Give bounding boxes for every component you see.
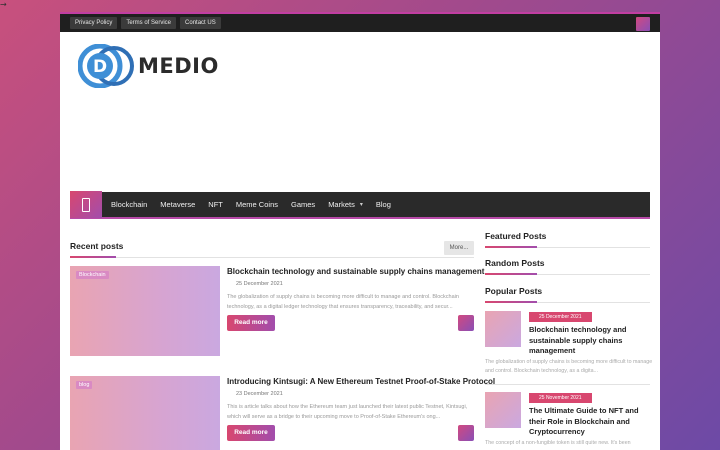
nav-item-nft[interactable]: NFT (208, 200, 223, 209)
divider-accent (70, 256, 116, 258)
top-bar: Privacy Policy Terms of Service Contact … (60, 12, 660, 32)
popular-post-title[interactable]: The Ultimate Guide to NFT and their Role… (529, 406, 654, 438)
corner-arrow-icon: → (0, 0, 7, 9)
post-excerpt: This is article talks about how the Ethe… (227, 404, 468, 420)
popular-post-title[interactable]: Blockchain technology and sustainable su… (529, 325, 654, 357)
share-icon[interactable] (458, 315, 474, 331)
more-button[interactable]: More... (444, 241, 474, 255)
chevron-down-icon: ▾ (359, 202, 363, 208)
post-date: 25 December 2021 (236, 281, 283, 287)
divider-accent (485, 246, 537, 248)
featured-posts-title: Featured Posts (485, 231, 547, 241)
read-more-button[interactable]: Read more (227, 315, 275, 331)
nav-item-meme-coins[interactable]: Meme Coins (236, 200, 278, 209)
popular-post-date: 25 November 2021 (529, 393, 592, 403)
contact-us-link[interactable]: Contact US (180, 17, 221, 29)
share-icon[interactable] (458, 425, 474, 441)
post-title[interactable]: Blockchain technology and sustainable su… (227, 267, 484, 276)
nav-item-markets-label: Markets (328, 200, 355, 209)
popular-post-thumbnail[interactable] (485, 392, 521, 428)
search-toggle-icon[interactable] (636, 17, 650, 31)
post-category-tag[interactable]: Blockchain (76, 271, 109, 279)
logo-d-mark-icon: D (78, 44, 134, 88)
phone-icon (82, 197, 90, 212)
divider (485, 384, 650, 385)
random-posts-title: Random Posts (485, 258, 545, 268)
read-more-button[interactable]: Read more (227, 425, 275, 441)
popular-post-thumbnail[interactable] (485, 311, 521, 347)
mobile-menu-button[interactable] (70, 191, 102, 218)
terms-of-service-link[interactable]: Terms of Service (121, 17, 177, 29)
divider-accent (485, 273, 537, 275)
popular-posts-title: Popular Posts (485, 286, 543, 296)
svg-text:D: D (93, 57, 107, 77)
main-navigation: Blockchain Metaverse NFT Meme Coins Game… (70, 191, 650, 219)
nav-item-games[interactable]: Games (291, 200, 315, 209)
privacy-policy-link[interactable]: Privacy Policy (70, 17, 118, 29)
logo-text: MEDIO (138, 54, 219, 78)
divider (70, 257, 474, 258)
post-date: 23 December 2021 (236, 391, 283, 397)
site-logo[interactable]: D MEDIO (78, 44, 219, 88)
post-title[interactable]: Introducing Kintsugi: A New Ethereum Tes… (227, 377, 495, 386)
nav-item-blockchain[interactable]: Blockchain (111, 200, 147, 209)
nav-item-metaverse[interactable]: Metaverse (160, 200, 195, 209)
post-excerpt: The globalization of supply chains is be… (227, 294, 459, 310)
popular-post-excerpt: The concept of a non-fungible token is s… (485, 440, 631, 446)
page-container: Privacy Policy Terms of Service Contact … (60, 12, 660, 450)
divider-accent (485, 301, 537, 303)
post-thumbnail[interactable]: blog (70, 376, 220, 450)
popular-post-date: 25 December 2021 (529, 312, 592, 322)
recent-posts-title: Recent posts (70, 241, 124, 251)
popular-post-excerpt: The globalization of supply chains is be… (485, 359, 653, 374)
nav-item-markets[interactable]: Markets ▾ (328, 200, 363, 209)
post-thumbnail[interactable]: Blockchain (70, 266, 220, 356)
nav-item-blog[interactable]: Blog (376, 200, 391, 209)
post-category-tag[interactable]: blog (76, 381, 93, 389)
